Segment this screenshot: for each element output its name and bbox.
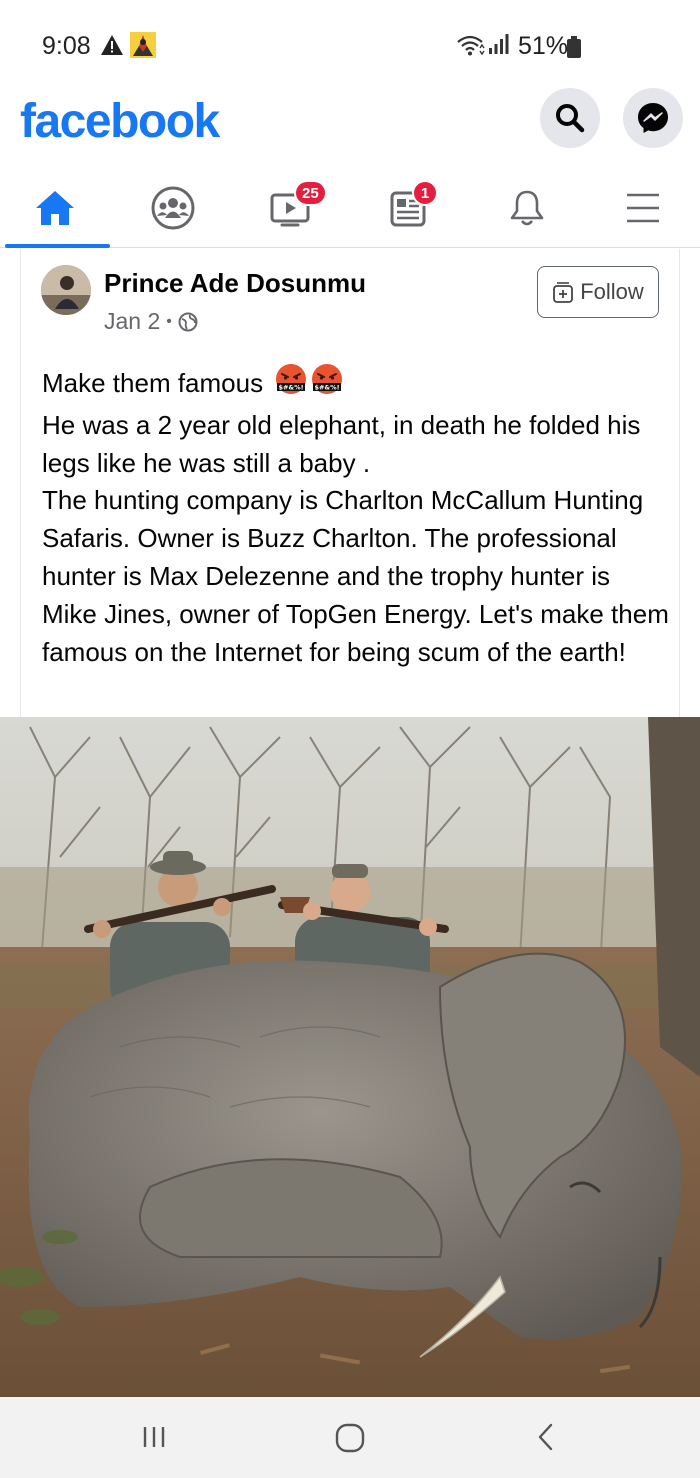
tab-groups[interactable] bbox=[118, 170, 228, 246]
back-button[interactable] bbox=[530, 1419, 562, 1460]
cursing-face-emoji-icon: $#&%! bbox=[274, 362, 308, 407]
warning-triangle-icon bbox=[100, 34, 124, 61]
emoji-caption: $#&%! bbox=[315, 383, 340, 391]
signal-bars-icon bbox=[488, 33, 512, 60]
search-icon bbox=[556, 104, 585, 133]
post-date[interactable]: Jan 2 bbox=[104, 308, 160, 335]
tab-news[interactable]: 1 bbox=[354, 170, 464, 246]
post-line: Make them famous $#&%! $#&%! bbox=[42, 362, 672, 407]
battery-percentage: 51% bbox=[518, 32, 569, 60]
post-meta: Jan 2 • bbox=[104, 308, 198, 335]
android-home-button[interactable] bbox=[331, 1419, 369, 1460]
bell-icon bbox=[510, 190, 544, 226]
watch-badge: 25 bbox=[294, 180, 327, 206]
back-chevron-icon bbox=[538, 1423, 553, 1451]
follow-button[interactable]: Follow bbox=[537, 266, 659, 318]
tab-watch[interactable]: 25 bbox=[236, 170, 346, 246]
hunting-photo-image bbox=[0, 717, 700, 1397]
tab-menu[interactable] bbox=[588, 170, 698, 246]
post-line-text: Make them famous bbox=[42, 368, 264, 398]
news-badge: 1 bbox=[412, 180, 438, 206]
recent-apps-icon bbox=[143, 1427, 165, 1447]
emoji-caption: $#&%! bbox=[279, 383, 304, 391]
wifi-icon bbox=[456, 34, 486, 61]
post-photo[interactable] bbox=[0, 717, 700, 1397]
status-time: 9:08 bbox=[42, 32, 91, 60]
android-home-icon bbox=[335, 1423, 365, 1453]
android-navigation-bar bbox=[0, 1397, 700, 1478]
facebook-logo[interactable]: facebook bbox=[20, 94, 220, 149]
battery-icon bbox=[567, 36, 581, 63]
tab-home[interactable] bbox=[0, 170, 110, 248]
feed-post: Prince Ade Dosunmu Jan 2 • Follow Make t… bbox=[20, 249, 680, 717]
search-button[interactable] bbox=[540, 88, 600, 148]
main-nav-tabs: 25 1 bbox=[0, 170, 700, 248]
post-body: Make them famous $#&%! $#&%! He was a 2 … bbox=[42, 362, 672, 671]
follow-icon bbox=[553, 282, 574, 303]
globe-icon bbox=[178, 312, 198, 331]
cursing-face-emoji-icon: $#&%! bbox=[310, 362, 344, 407]
post-line: The hunting company is Charlton McCallum… bbox=[42, 485, 669, 667]
recent-apps-button[interactable] bbox=[138, 1419, 170, 1460]
hamburger-menu-icon bbox=[627, 193, 659, 223]
post-line: He was a 2 year old elephant, in death h… bbox=[42, 409, 641, 478]
groups-icon bbox=[151, 186, 195, 230]
status-bar: 9:08 51% bbox=[0, 0, 700, 80]
app-notification-icon bbox=[130, 32, 156, 63]
post-author-name[interactable]: Prince Ade Dosunmu bbox=[104, 268, 366, 299]
messenger-icon bbox=[638, 103, 668, 133]
tab-notifications[interactable] bbox=[472, 170, 582, 246]
meta-separator: • bbox=[166, 312, 172, 330]
follow-label: Follow bbox=[580, 279, 644, 304]
app-header: facebook bbox=[0, 80, 700, 160]
avatar[interactable] bbox=[41, 265, 91, 315]
home-icon bbox=[36, 191, 74, 225]
messenger-button[interactable] bbox=[623, 88, 683, 148]
